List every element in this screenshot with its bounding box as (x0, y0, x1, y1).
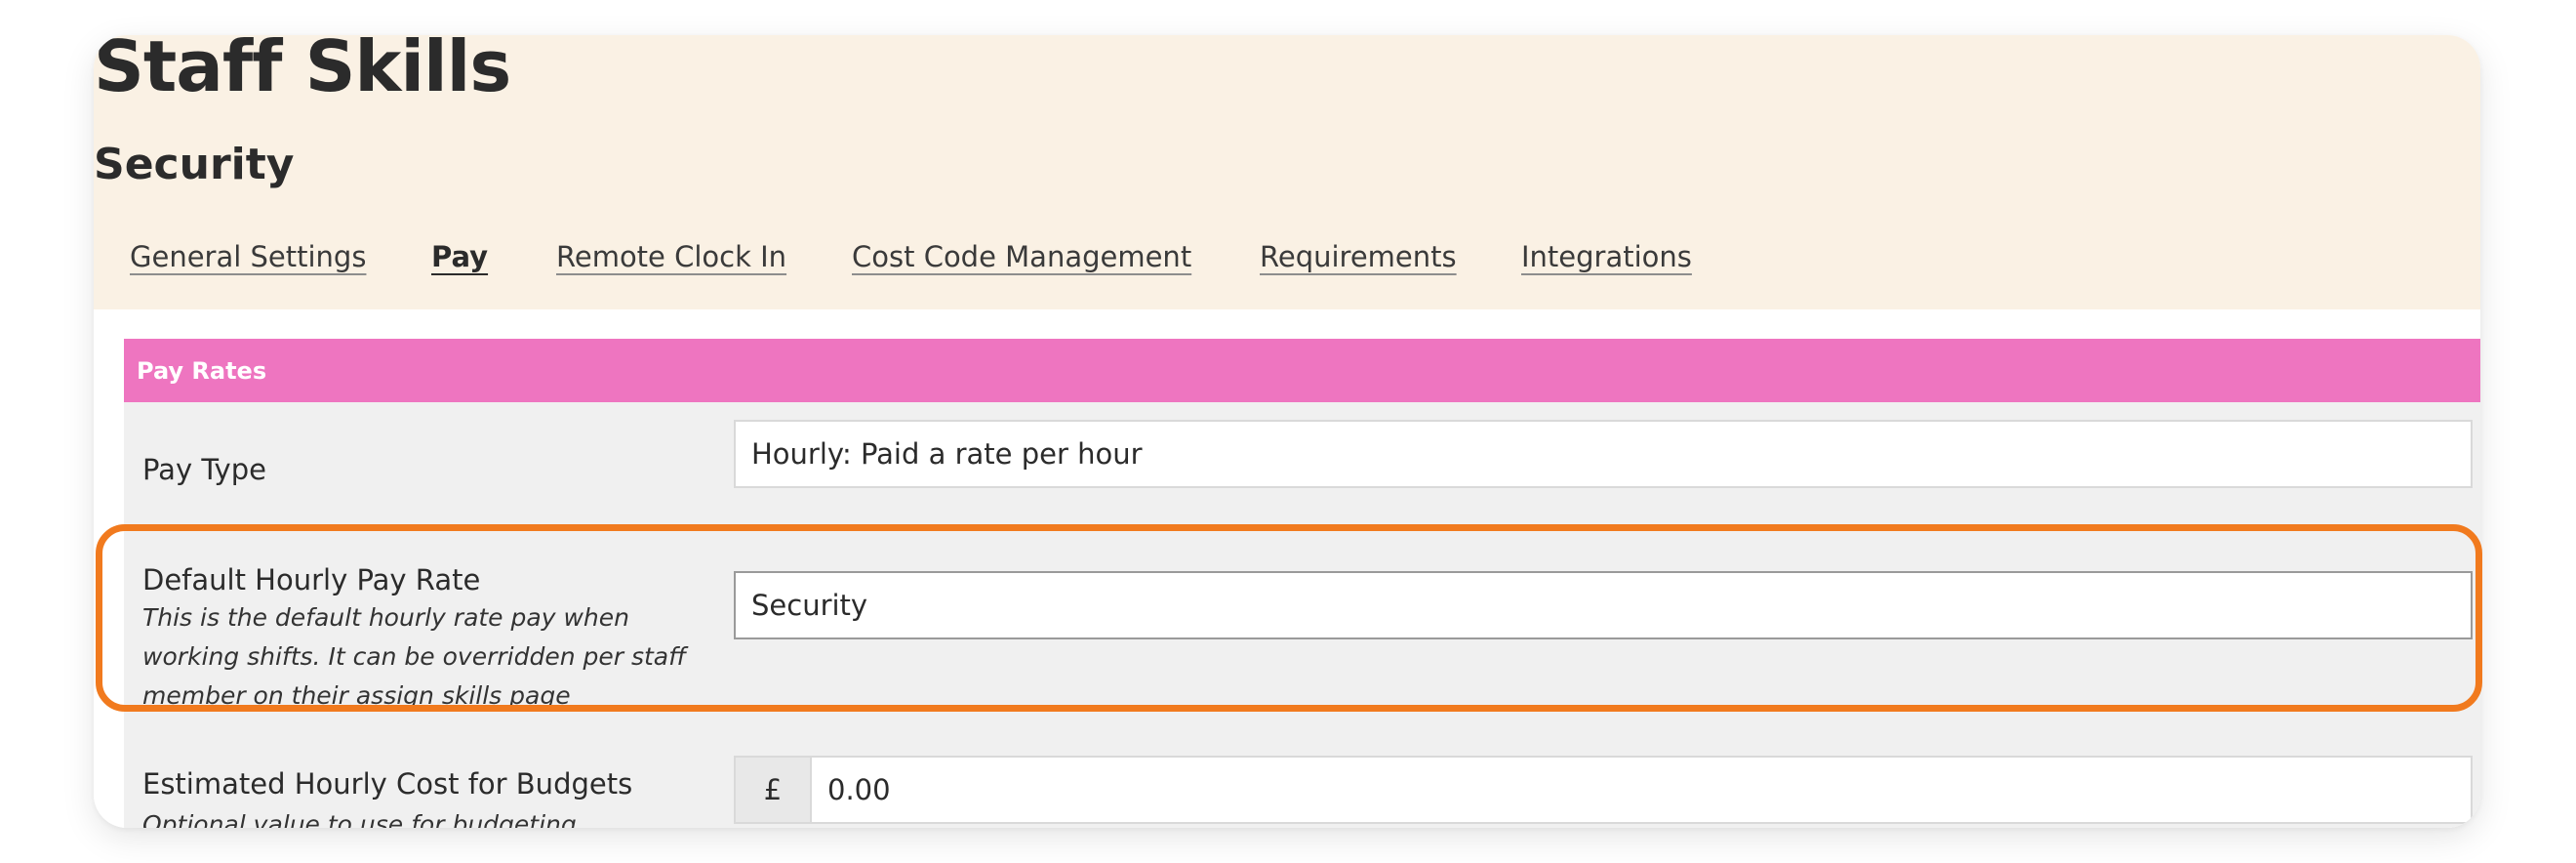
default-rate-help: This is the default hourly rate pay when… (142, 603, 687, 710)
section-header: Pay Rates (124, 339, 2480, 402)
tab-integrations[interactable]: Integrations (1521, 240, 1692, 273)
tab-pay[interactable]: Pay (431, 240, 488, 273)
estimated-cost-label: Estimated Hourly Cost for Budgets (142, 767, 633, 801)
page-subtitle: Security (94, 140, 295, 189)
tab-cost-code-management[interactable]: Cost Code Management (852, 240, 1191, 273)
pay-type-label: Pay Type (142, 453, 266, 486)
currency-addon: £ (734, 756, 812, 824)
page-title: Staff Skills (94, 35, 511, 107)
estimated-cost-help: Optional value to use for budgeting (142, 810, 577, 828)
default-rate-input[interactable]: Security (734, 571, 2473, 639)
section-title: Pay Rates (137, 357, 267, 385)
pay-rates-panel: Pay Rates Pay Type Hourly: Paid a rate p… (124, 339, 2480, 828)
settings-card: Staff Skills Security General Settings P… (94, 35, 2480, 828)
tab-general-settings[interactable]: General Settings (130, 240, 366, 273)
estimated-cost-input[interactable]: 0.00 (810, 756, 2473, 824)
content-area: Pay Rates Pay Type Hourly: Paid a rate p… (94, 309, 2480, 828)
estimated-cost-value: 0.00 (827, 773, 891, 806)
default-rate-label: Default Hourly Pay Rate (142, 563, 481, 596)
pay-type-select[interactable]: Hourly: Paid a rate per hour (734, 420, 2473, 488)
pay-type-value: Hourly: Paid a rate per hour (751, 437, 1143, 471)
tab-requirements[interactable]: Requirements (1260, 240, 1457, 273)
default-rate-value: Security (751, 589, 868, 622)
tab-remote-clock-in[interactable]: Remote Clock In (556, 240, 786, 273)
page-header: Staff Skills Security General Settings P… (94, 35, 2480, 309)
